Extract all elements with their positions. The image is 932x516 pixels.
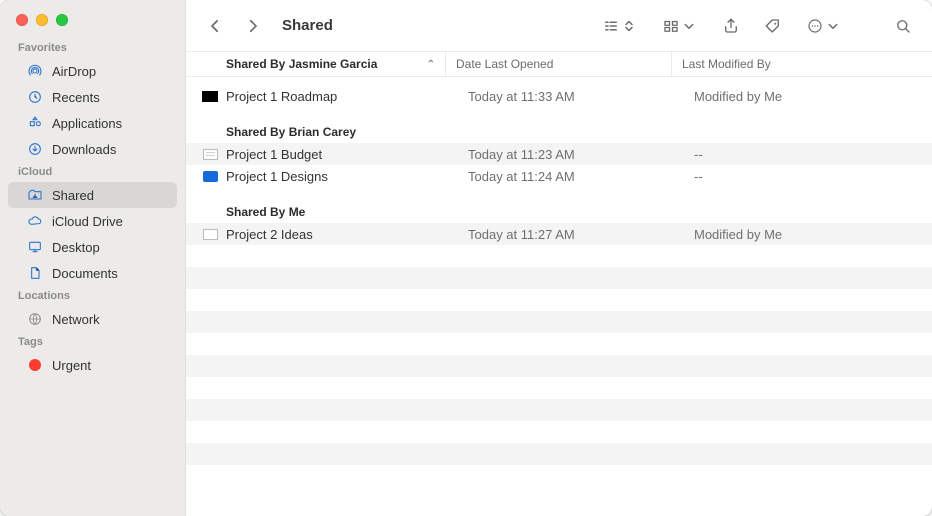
airdrop-icon (26, 62, 44, 80)
sidebar-section-title: Tags (0, 332, 185, 352)
sidebar-item-label: Applications (52, 116, 122, 131)
file-date: Today at 11:23 AM (458, 147, 684, 162)
sidebar-item-label: AirDrop (52, 64, 96, 79)
column-header-name-label: Shared By Jasmine Garcia (226, 57, 377, 71)
sidebar-item-recents[interactable]: Recents (8, 84, 177, 110)
sidebar-item-downloads[interactable]: Downloads (8, 136, 177, 162)
view-mode-button[interactable] (596, 13, 644, 39)
chevron-down-icon (680, 17, 698, 35)
file-date: Today at 11:33 AM (458, 89, 684, 104)
back-button[interactable] (200, 13, 230, 39)
column-header-modified[interactable]: Last Modified By (672, 52, 932, 76)
sidebar: Favorites AirDrop Recents Applications Downl… (0, 0, 186, 516)
share-icon (722, 17, 740, 35)
file-modified-by: -- (684, 169, 932, 184)
network-icon (26, 310, 44, 328)
updown-icon (620, 17, 638, 35)
sidebar-item-label: Desktop (52, 240, 100, 255)
more-button[interactable] (800, 13, 848, 39)
window-controls (0, 10, 185, 38)
main-pane: Shared (186, 0, 932, 516)
sidebar-item-airdrop[interactable]: AirDrop (8, 58, 177, 84)
file-row[interactable]: Project 2 IdeasToday at 11:27 AMModified… (186, 223, 932, 245)
forward-button[interactable] (238, 13, 268, 39)
group-header: Shared By Brian Carey (186, 107, 932, 143)
file-doc-icon (200, 226, 220, 242)
cloud-icon (26, 212, 44, 230)
apps-icon (26, 114, 44, 132)
share-button[interactable] (716, 13, 746, 39)
sidebar-section-title: iCloud (0, 162, 185, 182)
file-date: Today at 11:24 AM (458, 169, 684, 184)
close-window-button[interactable] (16, 14, 28, 26)
tag-red-icon (26, 356, 44, 374)
toolbar: Shared (186, 0, 932, 52)
column-header-date-label: Date Last Opened (456, 57, 553, 71)
file-name: Project 1 Budget (226, 147, 458, 162)
search-icon (894, 17, 912, 35)
file-name: Project 1 Designs (226, 169, 458, 184)
file-sheet-icon (200, 146, 220, 162)
file-row[interactable]: Project 1 BudgetToday at 11:23 AM-- (186, 143, 932, 165)
file-row[interactable]: Project 1 RoadmapToday at 11:33 AMModifi… (186, 85, 932, 107)
downloads-icon (26, 140, 44, 158)
column-header-modified-label: Last Modified By (682, 57, 771, 71)
sidebar-item-urgent[interactable]: Urgent (8, 352, 177, 378)
group-header: Shared By Me (186, 187, 932, 223)
sidebar-item-documents[interactable]: Documents (8, 260, 177, 286)
sidebar-item-label: Shared (52, 188, 94, 203)
sidebar-item-label: Downloads (52, 142, 116, 157)
file-modified-by: -- (684, 147, 932, 162)
list-view-icon (602, 17, 620, 35)
file-modified-by: Modified by Me (684, 227, 932, 242)
chevron-down-icon (824, 17, 842, 35)
tags-button[interactable] (758, 13, 788, 39)
sidebar-item-applications[interactable]: Applications (8, 110, 177, 136)
sidebar-item-label: iCloud Drive (52, 214, 123, 229)
finder-window: Favorites AirDrop Recents Applications Downl… (0, 0, 932, 516)
minimize-window-button[interactable] (36, 14, 48, 26)
sidebar-item-shared[interactable]: Shared (8, 182, 177, 208)
file-row[interactable]: Project 1 DesignsToday at 11:24 AM-- (186, 165, 932, 187)
sidebar-item-network[interactable]: Network (8, 306, 177, 332)
file-blue-icon (200, 168, 220, 184)
documents-icon (26, 264, 44, 282)
sidebar-item-desktop[interactable]: Desktop (8, 234, 177, 260)
shared-folder-icon (26, 186, 44, 204)
desktop-icon (26, 238, 44, 256)
group-icon (662, 17, 680, 35)
file-date: Today at 11:27 AM (458, 227, 684, 242)
window-title: Shared (282, 17, 333, 34)
empty-rows (186, 245, 932, 465)
sidebar-item-label: Documents (52, 266, 118, 281)
sidebar-item-label: Network (52, 312, 100, 327)
file-modified-by: Modified by Me (684, 89, 932, 104)
ellipsis-circle-icon (806, 17, 824, 35)
sidebar-item-icloud-drive[interactable]: iCloud Drive (8, 208, 177, 234)
column-header-name[interactable]: Shared By Jasmine Garcia ⌃ (186, 52, 446, 76)
column-header-date[interactable]: Date Last Opened (446, 52, 672, 76)
sort-ascending-icon: ⌃ (427, 59, 435, 70)
column-header-row: Shared By Jasmine Garcia ⌃ Date Last Ope… (186, 52, 932, 77)
file-name: Project 1 Roadmap (226, 89, 458, 104)
file-name: Project 2 Ideas (226, 227, 458, 242)
file-list[interactable]: Project 1 RoadmapToday at 11:33 AMModifi… (186, 77, 932, 516)
chevron-right-icon (244, 17, 262, 35)
file-black-icon (200, 88, 220, 104)
sidebar-section-title: Favorites (0, 38, 185, 58)
chevron-left-icon (206, 17, 224, 35)
tag-icon (764, 17, 782, 35)
zoom-window-button[interactable] (56, 14, 68, 26)
clock-icon (26, 88, 44, 106)
sidebar-item-label: Recents (52, 90, 100, 105)
group-button[interactable] (656, 13, 704, 39)
search-button[interactable] (888, 13, 918, 39)
sidebar-section-title: Locations (0, 286, 185, 306)
sidebar-item-label: Urgent (52, 358, 91, 373)
